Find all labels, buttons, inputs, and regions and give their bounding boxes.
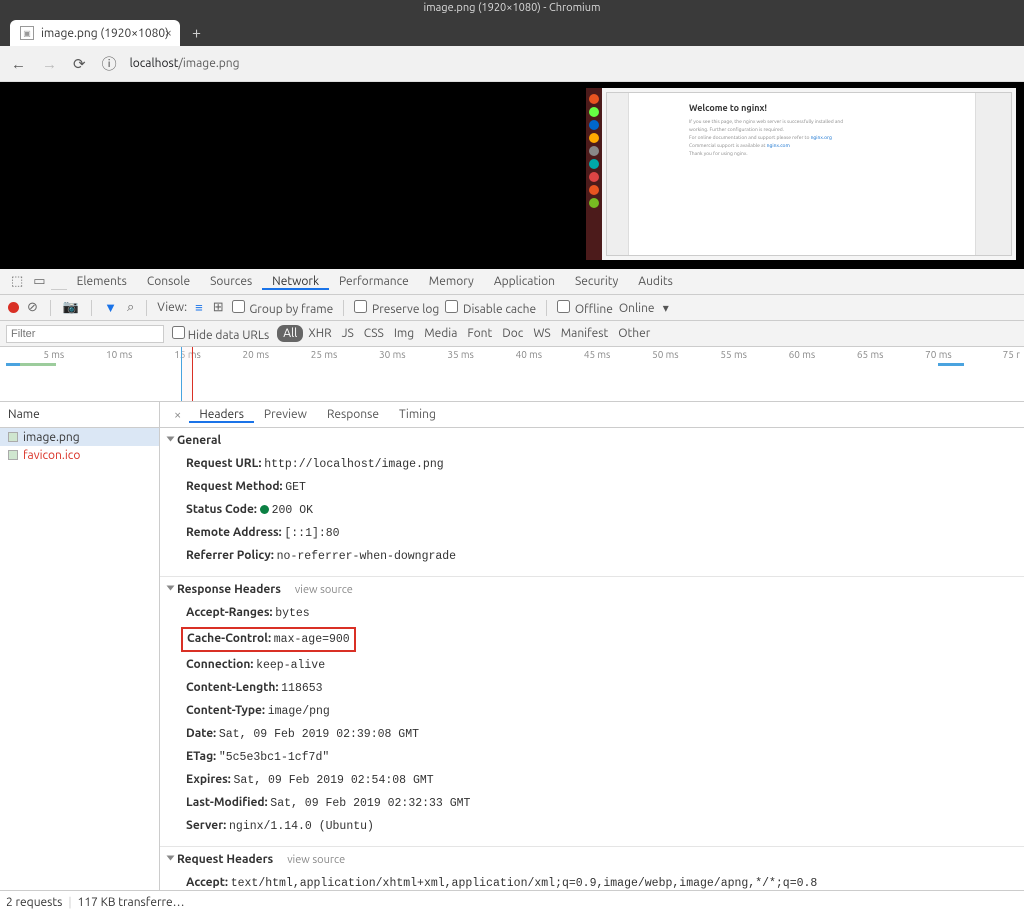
search-icon[interactable]: ⌕ xyxy=(125,300,136,315)
grid-view-icon[interactable]: ⊞ xyxy=(211,300,226,315)
devtools-tab-sources[interactable]: Sources xyxy=(200,275,262,288)
response-headers-section: Response Headersview source Accept-Range… xyxy=(160,577,1024,847)
header-row: Date: Sat, 09 Feb 2019 02:39:08 GMT xyxy=(168,723,1016,746)
request-count: 2 requests xyxy=(6,896,62,909)
header-row: Cache-Control: max-age=900 xyxy=(168,625,1016,654)
close-icon[interactable]: × xyxy=(165,26,172,40)
filter-type-img[interactable]: Img xyxy=(389,325,419,342)
devtools-tab-memory[interactable]: Memory xyxy=(419,275,484,288)
clear-icon[interactable]: ⊘ xyxy=(25,300,40,315)
request-row[interactable]: image.png xyxy=(0,428,159,446)
header-row: Accept-Ranges: bytes xyxy=(168,602,1016,625)
header-row: ETag: "5c5e3bc1-1cf7d" xyxy=(168,746,1016,769)
header-row: Last-Modified: Sat, 09 Feb 2019 02:32:33… xyxy=(168,792,1016,815)
request-list: Name image.pngfavicon.ico xyxy=(0,402,160,890)
request-detail: × HeadersPreviewResponseTiming General R… xyxy=(160,402,1024,890)
header-row: Connection: keep-alive xyxy=(168,654,1016,677)
new-tab-button[interactable]: + xyxy=(180,24,213,46)
record-icon[interactable] xyxy=(8,302,19,313)
devtools-tab-elements[interactable]: Elements xyxy=(67,275,137,288)
reload-icon[interactable]: ⟳ xyxy=(70,55,89,73)
preserve-log-checkbox[interactable]: Preserve log xyxy=(354,300,439,316)
filter-type-js[interactable]: JS xyxy=(337,325,359,342)
info-icon[interactable]: ⓘ xyxy=(99,53,120,74)
header-row: Expires: Sat, 09 Feb 2019 02:54:08 GMT xyxy=(168,769,1016,792)
detail-tab-timing[interactable]: Timing xyxy=(389,408,446,421)
ubuntu-dock xyxy=(586,88,602,260)
header-row: Server: nginx/1.14.0 (Ubuntu) xyxy=(168,815,1016,838)
tab-title: image.png (1920×1080) xyxy=(41,27,169,40)
throttle-select[interactable]: Online ▾ xyxy=(619,301,669,315)
page-viewport: Welcome to nginx! If you see this page, … xyxy=(0,82,1024,269)
filter-icon[interactable]: ▼ xyxy=(102,300,119,315)
nginx-heading: Welcome to nginx! xyxy=(689,103,915,113)
close-icon[interactable]: × xyxy=(166,408,189,422)
window-title: image.png (1920×1080) - Chromium xyxy=(0,0,1024,16)
filter-type-css[interactable]: CSS xyxy=(359,325,389,342)
filter-type-ws[interactable]: WS xyxy=(528,325,555,342)
list-view-icon[interactable]: ≡ xyxy=(193,300,205,315)
view-label: View: xyxy=(157,301,187,314)
browser-tab[interactable]: ▣ image.png (1920×1080) × xyxy=(10,20,180,46)
address-bar: ← → ⟳ ⓘ localhost/image.png xyxy=(0,46,1024,82)
devtools-tab-network[interactable]: Network xyxy=(262,275,329,290)
devtools-tabs: ⬚ ▭ ElementsConsoleSourcesNetworkPerform… xyxy=(0,269,1024,295)
filter-bar: Hide data URLs AllXHRJSCSSImgMediaFontDo… xyxy=(0,321,1024,347)
detail-tab-headers[interactable]: Headers xyxy=(189,408,254,423)
general-section: General Request URL: http://localhost/im… xyxy=(160,428,1024,577)
devtools-tab-audits[interactable]: Audits xyxy=(628,275,683,288)
detail-tabs: × HeadersPreviewResponseTiming xyxy=(160,402,1024,428)
filter-type-other[interactable]: Other xyxy=(613,325,655,342)
image-preview: Welcome to nginx! If you see this page, … xyxy=(586,88,1016,260)
header-row: Accept: text/html,application/xhtml+xml,… xyxy=(168,872,1016,890)
request-row[interactable]: favicon.ico xyxy=(0,446,159,464)
filter-type-font[interactable]: Font xyxy=(462,325,497,342)
filter-type-doc[interactable]: Doc xyxy=(497,325,528,342)
filter-type-manifest[interactable]: Manifest xyxy=(556,325,613,342)
status-bar: 2 requests | 117 KB transferre… xyxy=(0,890,1024,914)
tab-strip: ▣ image.png (1920×1080) × + xyxy=(0,16,1024,46)
camera-icon[interactable]: 📷 xyxy=(61,300,81,315)
timeline[interactable]: 5 ms10 ms15 ms20 ms25 ms30 ms35 ms40 ms4… xyxy=(0,347,1024,402)
filter-type-media[interactable]: Media xyxy=(419,325,462,342)
inspect-icon[interactable]: ⬚ xyxy=(6,274,28,289)
filter-type-all[interactable]: All xyxy=(277,325,303,342)
address-text[interactable]: localhost/image.png xyxy=(130,57,240,70)
group-checkbox[interactable]: Group by frame xyxy=(232,300,334,316)
header-row: Content-Length: 118653 xyxy=(168,677,1016,700)
device-icon[interactable]: ▭ xyxy=(28,274,50,289)
file-icon xyxy=(8,432,18,442)
filter-input[interactable] xyxy=(6,325,164,343)
filter-type-xhr[interactable]: XHR xyxy=(303,325,336,342)
devtools-tab-console[interactable]: Console xyxy=(137,275,200,288)
hide-data-urls-checkbox[interactable]: Hide data URLs xyxy=(172,326,269,342)
detail-tab-response[interactable]: Response xyxy=(317,408,389,421)
transfer-size: 117 KB transferre… xyxy=(78,896,185,909)
request-headers-section: Request Headersview source Accept: text/… xyxy=(160,847,1024,890)
view-source-link[interactable]: view source xyxy=(287,854,345,866)
file-icon xyxy=(8,450,18,460)
devtools-tab-application[interactable]: Application xyxy=(484,275,565,288)
disable-cache-checkbox[interactable]: Disable cache xyxy=(445,300,536,316)
name-column-header[interactable]: Name xyxy=(0,402,159,428)
detail-tab-preview[interactable]: Preview xyxy=(254,408,317,421)
back-icon[interactable]: ← xyxy=(8,55,29,73)
view-source-link[interactable]: view source xyxy=(295,584,353,596)
devtools-tab-security[interactable]: Security xyxy=(565,275,628,288)
devtools-tab-performance[interactable]: Performance xyxy=(329,275,419,288)
network-toolbar: ⊘ 📷 ▼ ⌕ View: ≡ ⊞ Group by frame Preserv… xyxy=(0,295,1024,321)
header-row: Content-Type: image/png xyxy=(168,700,1016,723)
forward-icon[interactable]: → xyxy=(39,55,60,73)
offline-checkbox[interactable]: Offline xyxy=(557,300,613,316)
file-icon: ▣ xyxy=(20,26,34,40)
